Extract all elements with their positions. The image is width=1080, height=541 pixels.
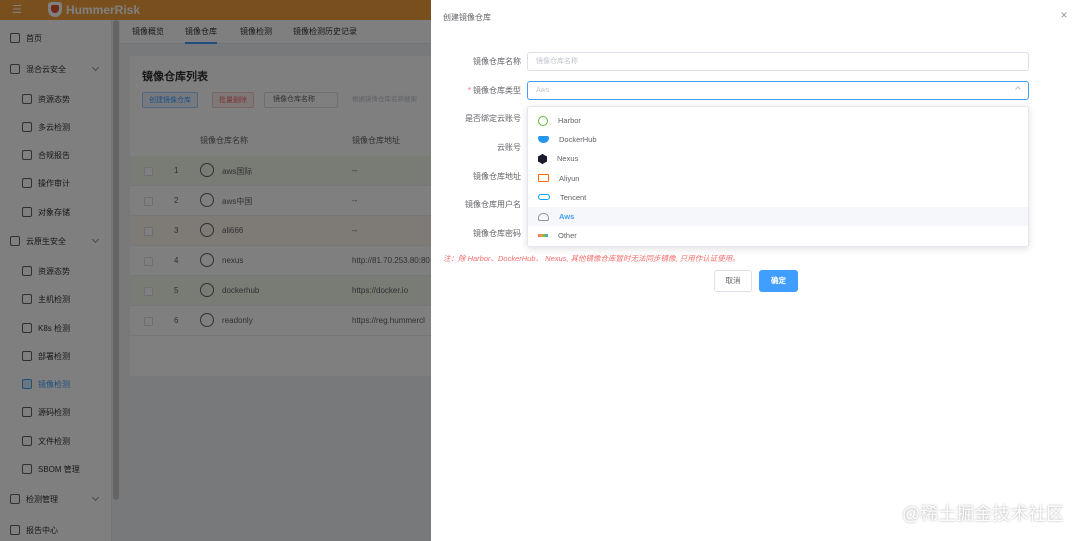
registry-name-label-text: 镜像仓库名称 — [473, 57, 521, 66]
close-icon[interactable]: × — [1057, 8, 1071, 22]
nexus-icon — [538, 153, 547, 164]
dropdown-option[interactable]: Nexus — [528, 149, 1028, 168]
chevron-up-icon — [1015, 86, 1021, 92]
dropdown-option-label: Harbor — [558, 116, 581, 126]
required-asterisk: * — [467, 86, 471, 95]
other-icon — [538, 234, 548, 238]
aws-icon — [538, 212, 549, 221]
tencent-icon — [538, 194, 550, 201]
registry-type-label: * 镜像仓库类型 — [431, 85, 521, 96]
dropdown-option[interactable]: Other — [528, 226, 1028, 245]
create-registry-drawer: 创建镜像仓库 × 镜像仓库名称 镜像仓库名称 * 镜像仓库类型 Aws 是否绑定云… — [431, 0, 1080, 541]
confirm-button[interactable]: 确定 — [759, 270, 798, 292]
registry-address-label: 镜像仓库地址 — [473, 172, 521, 181]
modal-overlay[interactable] — [0, 0, 431, 541]
cloud-account-label: 云账号 — [497, 143, 521, 152]
dropdown-option[interactable]: Harbor — [528, 111, 1028, 130]
registry-type-select[interactable]: Aws — [527, 81, 1029, 100]
registry-name-label: 镜像仓库名称 — [431, 56, 521, 67]
harbor-icon — [538, 115, 548, 126]
registry-type-dropdown: Harbor DockerHub Nexus Aliyun Tencent Aws Othe… — [527, 106, 1029, 247]
dropdown-option-label: Nexus — [557, 154, 579, 164]
bind-account-label: 是否绑定云账号 — [465, 114, 521, 123]
registry-note: 注：除 Harbor、DockerHub、 Nexus, 其他镜像仓库暂时无法同… — [443, 254, 740, 263]
dropdown-option-label: DockerHub — [559, 135, 597, 145]
registry-type-value: Aws — [536, 87, 550, 94]
registry-username-label: 镜像仓库用户名 — [465, 200, 521, 209]
registry-password-label: 镜像仓库密码 — [473, 229, 521, 238]
aliyun-icon — [538, 174, 549, 183]
watermark: @稀土掘金技术社区 — [902, 504, 1065, 524]
dropdown-option[interactable]: DockerHub — [528, 130, 1028, 149]
dropdown-option-label: Other — [558, 231, 577, 241]
registry-name-input[interactable]: 镜像仓库名称 — [527, 52, 1029, 71]
dropdown-option-label: Aliyun — [559, 173, 580, 183]
drawer-title: 创建镜像仓库 — [443, 13, 491, 22]
cancel-button[interactable]: 取消 — [714, 270, 752, 292]
registry-type-label-text: 镜像仓库类型 — [473, 86, 521, 95]
dropdown-option[interactable]: Aws — [528, 206, 1028, 227]
dropdown-option-label: Aws — [559, 212, 575, 222]
dropdown-option[interactable]: Tencent — [528, 188, 1028, 207]
dropdown-option-label: Tencent — [560, 192, 587, 202]
dockerhub-icon — [538, 136, 549, 144]
dropdown-option[interactable]: Aliyun — [528, 169, 1028, 188]
